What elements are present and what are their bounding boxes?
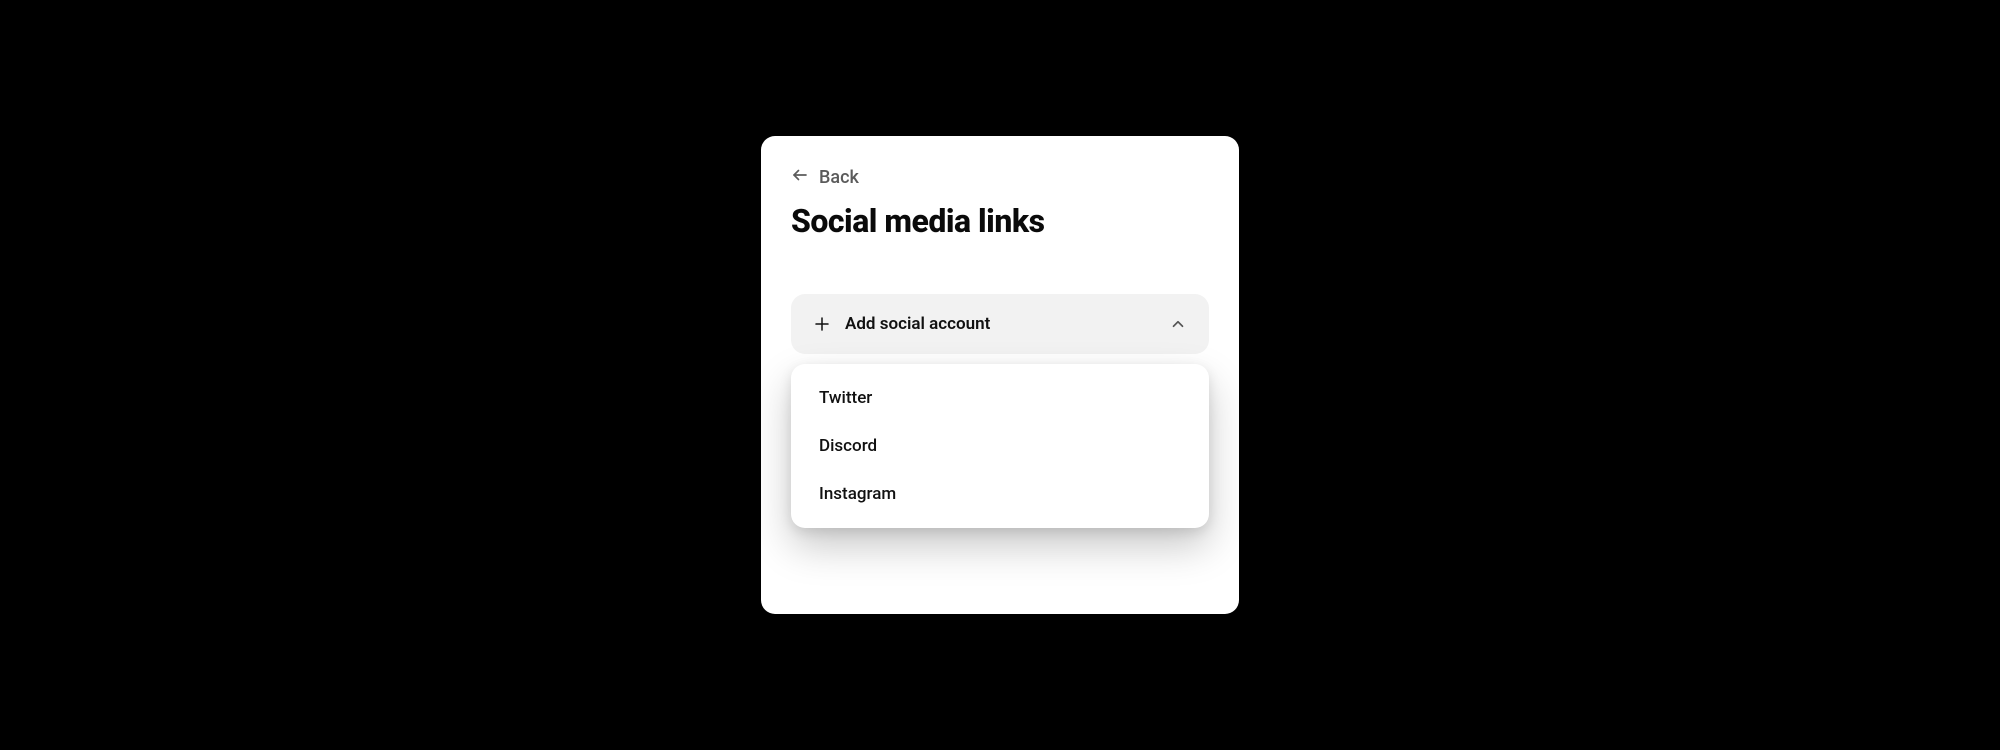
social-media-panel: Back Social media links Add social accou… — [761, 136, 1239, 614]
option-instagram[interactable]: Instagram — [791, 470, 1209, 518]
social-options-dropdown: Twitter Discord Instagram — [791, 364, 1209, 528]
arrow-left-icon — [791, 166, 809, 188]
page-title: Social media links — [791, 202, 1209, 240]
add-social-label: Add social account — [845, 314, 1169, 334]
back-label: Back — [819, 167, 859, 188]
add-social-select-trigger[interactable]: Add social account — [791, 294, 1209, 354]
add-social-select-container: Add social account Twitter Discord Insta… — [791, 294, 1209, 354]
option-twitter[interactable]: Twitter — [791, 374, 1209, 422]
plus-icon — [813, 315, 831, 333]
option-discord[interactable]: Discord — [791, 422, 1209, 470]
back-button[interactable]: Back — [791, 166, 1209, 188]
chevron-up-icon — [1169, 315, 1187, 333]
